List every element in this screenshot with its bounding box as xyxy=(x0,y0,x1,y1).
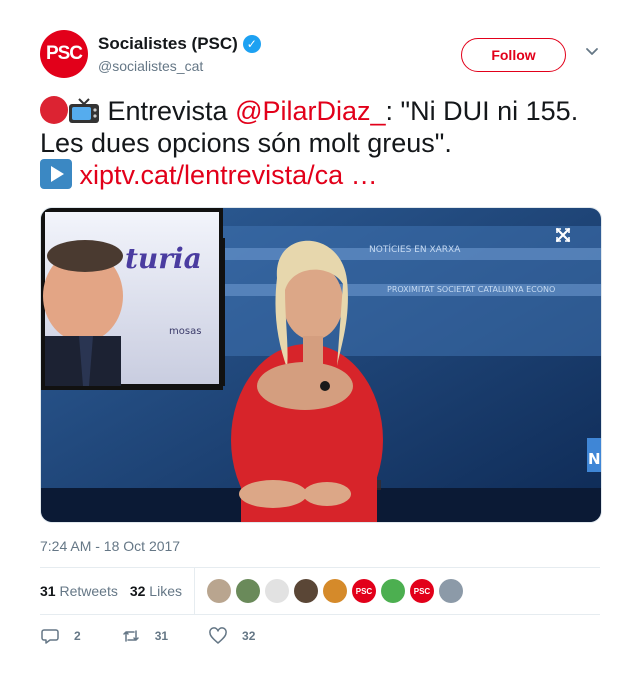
liker-avatars: PSC PSC xyxy=(206,579,463,603)
likes-count: 32 xyxy=(129,583,146,599)
heart-icon xyxy=(209,627,227,644)
tweet-url-ellipsis[interactable]: … xyxy=(351,160,378,190)
retweets-label: Retweets xyxy=(59,583,118,599)
retweet-count: 31 xyxy=(154,629,169,643)
red-circle-emoji-icon xyxy=(40,96,68,124)
likes-label: Likes xyxy=(149,583,182,599)
retweets-stat[interactable]: 31 Retweets xyxy=(40,583,118,599)
liker-avatar[interactable] xyxy=(206,579,231,603)
channel-logo-small: N xyxy=(588,450,601,468)
liker-avatar[interactable] xyxy=(264,579,289,603)
liker-avatar[interactable] xyxy=(380,579,405,603)
tweet-video-media[interactable]: turia mosas NOTÍCIES EN XARXA PROXIMITAT… xyxy=(40,207,602,523)
tweet-timestamp[interactable]: 7:24 AM - 18 Oct 2017 xyxy=(40,538,180,554)
tweet-mention-link[interactable]: @PilarDiaz_ xyxy=(235,96,385,126)
liker-avatar[interactable]: PSC xyxy=(409,579,434,603)
author-handle[interactable]: @socialistes_cat xyxy=(98,58,261,74)
like-action[interactable]: 32 xyxy=(208,626,255,646)
author-names: Socialistes (PSC) ✓ @socialistes_cat xyxy=(98,34,261,74)
author-display-name[interactable]: Socialistes (PSC) xyxy=(98,34,238,54)
television-emoji-icon xyxy=(69,98,99,123)
like-count: 32 xyxy=(242,629,256,643)
video-frame-image: turia mosas NOTÍCIES EN XARXA PROXIMITAT… xyxy=(41,208,601,522)
verified-badge-icon: ✓ xyxy=(242,35,261,53)
liker-avatar[interactable] xyxy=(293,579,318,603)
retweet-action[interactable]: 31 xyxy=(121,626,168,646)
tweet-stats: 31 Retweets 32 Likes PSC PSC xyxy=(40,568,600,614)
tweet-text: Entrevista @PilarDiaz_: "Ni DUI ni 155. … xyxy=(40,95,580,191)
play-button-emoji-icon xyxy=(40,159,72,189)
ticker-top-text: NOTÍCIES EN XARXA xyxy=(369,243,461,255)
author-avatar[interactable]: PSC xyxy=(40,30,88,78)
tweet-actions: 2 31 32 xyxy=(40,624,295,648)
reply-action[interactable]: 2 xyxy=(40,626,81,646)
stats-divider-bottom xyxy=(40,614,600,615)
backdrop-text: turia xyxy=(125,242,202,275)
backdrop-small-text: mosas xyxy=(169,326,201,337)
liker-avatar[interactable] xyxy=(322,579,347,603)
retweets-count: 31 xyxy=(40,583,56,599)
liker-avatar[interactable] xyxy=(235,579,260,603)
liker-avatar[interactable] xyxy=(438,579,463,603)
tweet-word-entrevista: Entrevista xyxy=(107,96,228,126)
ticker-bottom-text: PROXIMITAT SOCIETAT CATALUNYA ECONO xyxy=(387,285,555,294)
stats-separator xyxy=(193,568,195,614)
reply-count: 2 xyxy=(74,629,81,643)
author-display-name-row[interactable]: Socialistes (PSC) ✓ xyxy=(98,34,261,54)
follow-button[interactable]: Follow xyxy=(461,38,566,72)
likes-stat[interactable]: 32 Likes xyxy=(130,583,182,599)
retweet-icon xyxy=(122,630,139,642)
liker-avatar[interactable]: PSC xyxy=(351,579,376,603)
tweet-header: PSC Socialistes (PSC) ✓ @socialistes_cat… xyxy=(40,30,600,86)
reply-icon xyxy=(41,629,59,644)
tweet-url-link[interactable]: xiptv.cat/lentrevista/ca xyxy=(80,160,344,190)
chevron-down-icon[interactable] xyxy=(584,43,600,59)
